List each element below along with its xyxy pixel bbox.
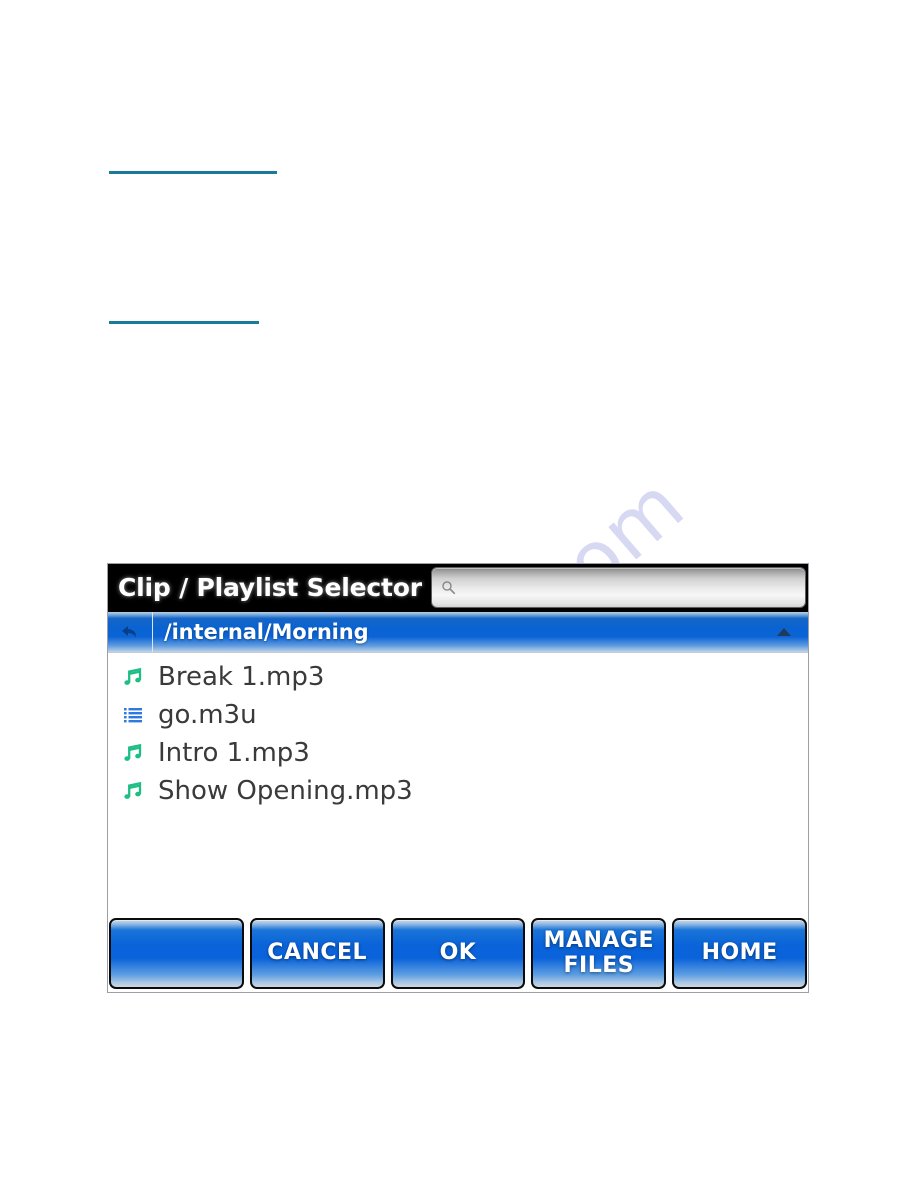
file-list[interactable]: Break 1.mp3 go.m3u Intro 1.mp3 Show Open… bbox=[108, 653, 808, 916]
home-button-label: HOME bbox=[701, 940, 778, 966]
search-field-container[interactable] bbox=[430, 567, 806, 608]
manage-files-button[interactable]: MANAGE FILES bbox=[531, 918, 667, 989]
document-link-upper[interactable] bbox=[109, 170, 277, 174]
music-note-icon bbox=[120, 664, 146, 690]
manage-files-button-label: MANAGE FILES bbox=[543, 928, 655, 978]
document-link-lower[interactable] bbox=[109, 320, 259, 324]
search-icon bbox=[442, 581, 455, 595]
cancel-button-label: CANCEL bbox=[267, 940, 368, 966]
triangle-up-icon bbox=[777, 628, 791, 636]
dialog-titlebar: Clip / Playlist Selector bbox=[108, 564, 808, 612]
ok-button[interactable]: OK bbox=[390, 918, 526, 989]
scroll-up-button[interactable] bbox=[776, 627, 808, 637]
file-name-label: Break 1.mp3 bbox=[158, 662, 325, 692]
blank-button[interactable] bbox=[109, 918, 244, 989]
file-name-label: Show Opening.mp3 bbox=[158, 776, 413, 806]
list-item[interactable]: Intro 1.mp3 bbox=[108, 734, 808, 772]
music-note-icon bbox=[120, 740, 146, 766]
cancel-button[interactable]: CANCEL bbox=[249, 918, 385, 989]
file-name-label: Intro 1.mp3 bbox=[158, 738, 310, 768]
search-input[interactable] bbox=[455, 568, 805, 607]
path-bar[interactable]: /internal/Morning bbox=[108, 612, 808, 653]
current-path-label: /internal/Morning bbox=[164, 620, 369, 644]
home-button[interactable]: HOME bbox=[672, 918, 807, 989]
playlist-lines-icon bbox=[120, 702, 146, 728]
dialog-button-bar: CANCEL OK MANAGE FILES HOME bbox=[108, 916, 808, 992]
clip-playlist-selector-dialog: Clip / Playlist Selector /internal/Morni… bbox=[107, 563, 809, 993]
page-title: Clip / Playlist Selector bbox=[118, 573, 422, 602]
back-button[interactable] bbox=[108, 612, 153, 652]
list-item[interactable]: go.m3u bbox=[108, 696, 808, 734]
ok-button-label: OK bbox=[439, 940, 477, 966]
back-arrow-icon bbox=[122, 626, 136, 638]
list-item[interactable]: Break 1.mp3 bbox=[108, 658, 808, 696]
music-note-icon bbox=[120, 778, 146, 804]
list-item[interactable]: Show Opening.mp3 bbox=[108, 772, 808, 810]
file-name-label: go.m3u bbox=[158, 700, 257, 730]
